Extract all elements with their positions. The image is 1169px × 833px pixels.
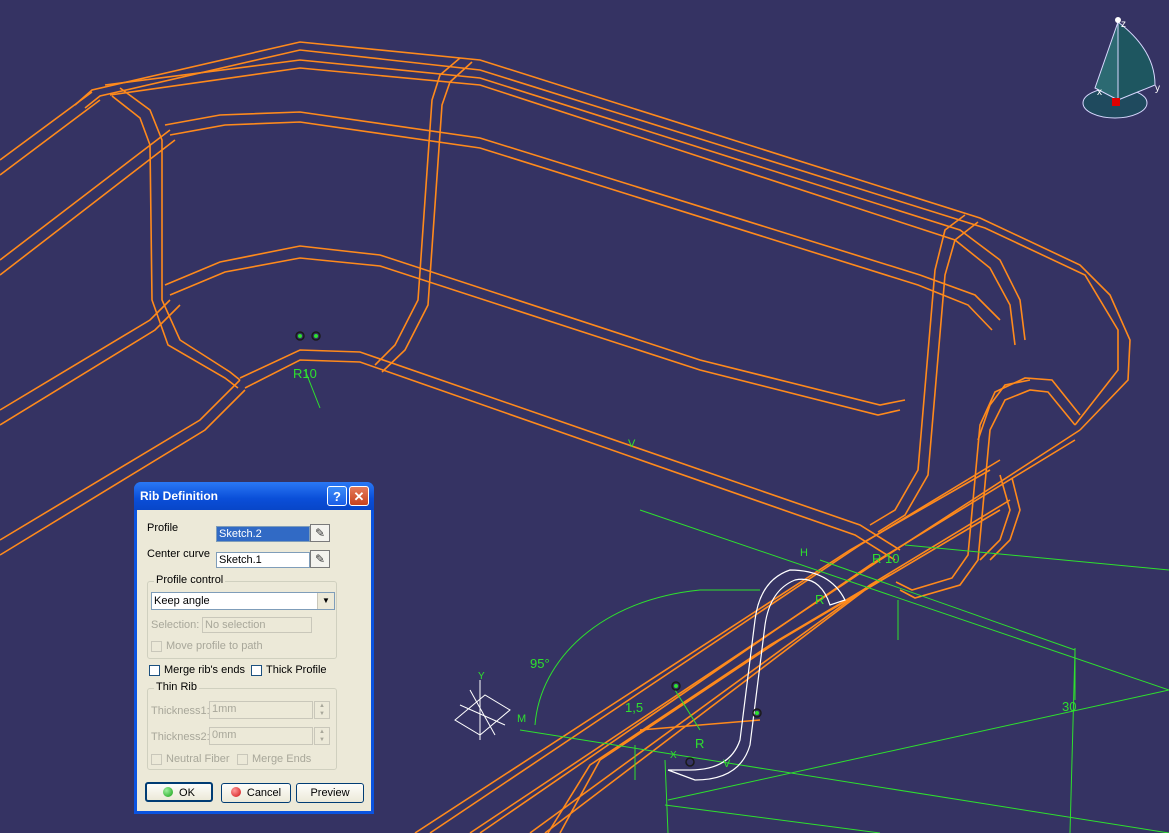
rib-definition-dialog: Rib Definition ? ✕ Profile Sketch.2 ✎ Ce…	[134, 482, 374, 814]
selection-label: Selection:	[151, 619, 200, 631]
sketch-axis-icon	[454, 680, 511, 740]
thickness1-field[interactable]: 1mm	[209, 701, 313, 719]
thickness2-spinner[interactable]: ▲ ▼	[314, 727, 330, 745]
sketch-edit-icon: ✎	[314, 526, 326, 540]
ok-button[interactable]: OK	[145, 782, 213, 802]
merge-ends-label: Merge Ends	[252, 753, 312, 765]
radius-dimension-low[interactable]: R	[695, 736, 704, 751]
profile-control-group: Profile control Keep angle ▼ Selection: …	[147, 574, 337, 659]
cancel-icon	[230, 787, 241, 797]
thickness2-field[interactable]: 0mm	[209, 727, 313, 745]
thin-rib-group: Thin Rib Thickness1: 1mm ▲ ▼ Thickness2: …	[147, 681, 337, 770]
edit-profile-button[interactable]: ✎	[310, 524, 330, 542]
radius-dimension-mid[interactable]: R	[815, 592, 824, 607]
help-button[interactable]: ?	[327, 486, 347, 506]
dialog-title: Rib Definition	[140, 489, 218, 503]
dialog-body: Profile Sketch.2 ✎ Center curve Sketch.1…	[137, 510, 371, 811]
edit-center-curve-button[interactable]: ✎	[310, 550, 330, 568]
profile-label: Profile	[147, 522, 179, 534]
constraint-label-v-low: V	[723, 758, 731, 770]
thin-rib-label: Thin Rib	[154, 681, 199, 693]
dialog-titlebar[interactable]: Rib Definition ? ✕	[134, 482, 374, 510]
center-curve-label: Center curve	[147, 548, 210, 560]
compass-x-label: x	[1097, 87, 1102, 98]
merge-ribs-ends-label: Merge rib's ends	[164, 664, 245, 676]
preview-button[interactable]: Preview	[296, 783, 364, 803]
angle-dimension[interactable]: 95°	[530, 656, 550, 671]
thickness1-spinner[interactable]: ▲ ▼	[314, 701, 330, 719]
center-curve-field[interactable]: Sketch.1	[216, 552, 310, 568]
thickness1-label: Thickness1:	[151, 705, 210, 717]
radius-dimension-right[interactable]: R 10	[872, 551, 899, 566]
thickness-dimension[interactable]: 1,5	[625, 700, 643, 715]
radius-dimension-left[interactable]: R10	[293, 366, 317, 381]
axis-label-x: X	[670, 750, 677, 761]
profile-control-value: Keep angle	[154, 595, 210, 607]
sketch-edit-icon: ✎	[314, 552, 326, 566]
thick-profile-checkbox[interactable]	[251, 665, 262, 676]
height-dimension[interactable]: 30	[1062, 699, 1076, 714]
constraint-label-m: M	[517, 713, 526, 725]
compass-widget[interactable]: z x y	[1082, 17, 1160, 119]
constraint-label-v: V	[628, 438, 636, 450]
profile-control-select[interactable]: Keep angle ▼	[151, 592, 335, 610]
cancel-button[interactable]: Cancel	[221, 783, 291, 803]
axis-label-y: Y	[478, 671, 485, 682]
close-button[interactable]: ✕	[349, 486, 369, 506]
thick-profile-label: Thick Profile	[266, 664, 327, 676]
profile-control-label: Profile control	[154, 574, 226, 586]
merge-ends-checkbox[interactable]	[237, 754, 248, 765]
sketch-geometry[interactable]	[304, 369, 1169, 833]
compass-z-label: z	[1121, 19, 1126, 30]
chevron-down-icon[interactable]: ▼	[317, 593, 334, 609]
selection-field[interactable]: No selection	[202, 617, 312, 633]
profile-field[interactable]: Sketch.2	[216, 526, 310, 542]
ok-icon	[163, 787, 174, 797]
compass-y-label: y	[1155, 83, 1160, 94]
merge-ribs-ends-checkbox[interactable]	[149, 665, 160, 676]
neutral-fiber-checkbox[interactable]	[151, 754, 162, 765]
move-profile-checkbox[interactable]	[151, 641, 162, 652]
constraint-label-h: H	[800, 547, 808, 559]
move-profile-label: Move profile to path	[166, 640, 263, 652]
neutral-fiber-label: Neutral Fiber	[166, 753, 230, 765]
thickness2-label: Thickness2:	[151, 731, 210, 743]
